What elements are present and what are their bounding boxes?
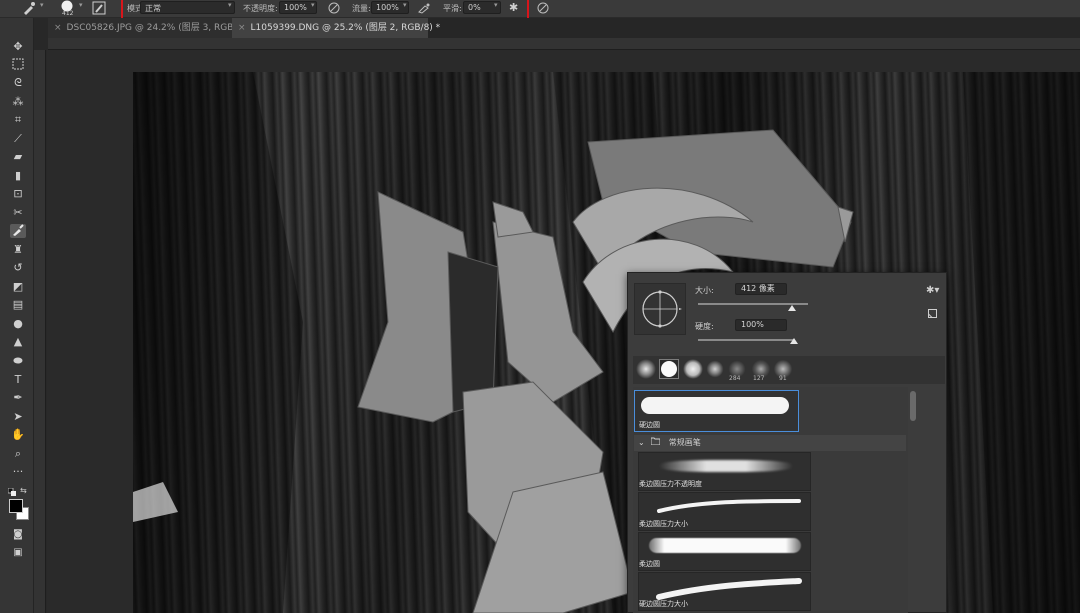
brush-list-scrollbar[interactable]	[910, 391, 916, 421]
close-icon[interactable]: ×	[54, 23, 62, 33]
healing-brush-tool-icon[interactable]: ▰	[10, 150, 26, 164]
preset-size-label: 284	[729, 375, 741, 382]
brush-stroke-preview	[659, 460, 793, 472]
preset-size-label: 127	[753, 375, 765, 382]
lasso-tool-icon[interactable]: ᘓ	[10, 76, 26, 90]
brush-tool-icon[interactable]	[10, 224, 26, 238]
chevron-down-icon[interactable]: ▾	[79, 1, 83, 9]
pressure-opacity-icon[interactable]	[328, 2, 340, 17]
patch-tool-icon[interactable]: ▮	[10, 169, 26, 183]
history-brush-tool-icon[interactable]: ↺	[10, 261, 26, 275]
sharpen-tool-icon[interactable]: ▲	[10, 335, 26, 349]
brush-name: 硬边圆压力大小	[639, 600, 688, 608]
brush-stroke-preview	[656, 578, 802, 600]
tab-label: DSC05826.JPG @ 24.2% (图层 3, RGB/8) *	[66, 23, 254, 33]
opacity-label: 不透明度:	[243, 4, 278, 13]
tab-document-1[interactable]: × DSC05826.JPG @ 24.2% (图层 3, RGB/8) *	[48, 18, 253, 38]
flow-label: 流量:	[352, 4, 371, 13]
chevron-down-icon[interactable]: ▾	[311, 1, 315, 9]
vertical-ruler	[34, 50, 46, 613]
brush-group-row[interactable]: ⌄ 常规画笔	[634, 435, 906, 451]
chevron-down-icon[interactable]: ▾	[403, 1, 407, 9]
brush-stroke-preview	[641, 397, 789, 414]
frame-tool-icon[interactable]: ⊡	[10, 187, 26, 201]
hand-tool-icon[interactable]: ✋	[10, 428, 26, 442]
gear-icon[interactable]: ✱	[509, 2, 518, 14]
document-tabs: × DSC05826.JPG @ 24.2% (图层 3, RGB/8) * × L…	[48, 18, 1080, 38]
path-selection-tool-icon[interactable]: ➤	[10, 410, 26, 424]
hardness-label: 硬度:	[695, 322, 714, 331]
recent-brush-soft-2[interactable]	[683, 359, 703, 379]
chevron-down-icon[interactable]: ▾	[494, 1, 498, 9]
brush-size-value: 412	[62, 10, 74, 17]
preset-size-label: 91	[779, 375, 787, 382]
tools-panel: ✥ ᘓ ⁂ ⌗ ⟋ ▰ ▮ ⊡ ✂ ♜ ↺ ◩ ▤ ● ▲ ⬬ T ✒ ➤ ✋ …	[0, 18, 34, 613]
brush-group-name: 常规画笔	[668, 438, 701, 447]
options-bar: ▾ 412 ▾ 模式: 正常 ▾ 不透明度: 100% ▾ 流量: 100% ▾…	[0, 0, 1080, 20]
brush-item[interactable]: 硬边圆压力大小	[638, 572, 811, 611]
new-preset-icon[interactable]	[928, 309, 937, 321]
quick-mask-icon[interactable]: ◙	[10, 528, 26, 542]
horizontal-ruler	[48, 38, 1080, 50]
hardness-field[interactable]: 100%	[735, 319, 787, 331]
brush-list: 硬边圆 ⌄ 常规画笔 柔边圆压力不透明度 柔边圆压力大小 柔边圆 硬边圆压力大小	[633, 387, 908, 613]
chevron-down-icon[interactable]: ▾	[40, 1, 44, 9]
chevron-down-icon[interactable]: ▾	[228, 1, 232, 9]
more-tools-icon[interactable]: ···	[10, 465, 26, 479]
folder-icon	[650, 437, 663, 447]
recent-brush-soft-3[interactable]	[705, 359, 725, 379]
brush-name: 硬边圆	[639, 421, 660, 429]
brush-item[interactable]: 柔边圆压力不透明度	[638, 452, 811, 491]
hardness-slider[interactable]	[698, 339, 794, 341]
brush-settings-panel-icon[interactable]	[92, 1, 106, 18]
magic-wand-tool-icon[interactable]: ⁂	[10, 95, 26, 109]
marquee-tool-icon[interactable]	[10, 58, 26, 72]
gradient-tool-icon[interactable]: ▤	[10, 298, 26, 312]
brush-name: 柔边圆压力大小	[639, 520, 688, 528]
chevron-down-icon: ⌄	[638, 438, 645, 447]
eyedropper-tool-icon[interactable]: ⟋	[10, 132, 26, 146]
default-colors-icon[interactable]	[7, 487, 16, 496]
smoothing-label: 平滑:	[443, 4, 462, 13]
eraser-tool-icon[interactable]: ◩	[10, 280, 26, 294]
brush-name: 柔边圆压力不透明度	[639, 480, 702, 488]
pen-tool-icon[interactable]: ✒	[10, 391, 26, 405]
brush-stroke-preview	[657, 499, 801, 513]
brush-preset-panel: 大小: 412 像素 硬度: 100% ✱▾ 284 127 91 硬边圆 ⌄	[627, 272, 947, 613]
crop-tool-icon[interactable]: ⌗	[10, 113, 26, 127]
brush-item-selected[interactable]: 硬边圆	[634, 390, 799, 432]
size-label: 大小:	[695, 286, 714, 295]
brush-name: 柔边圆	[639, 560, 660, 568]
move-tool-icon[interactable]: ✥	[10, 40, 26, 54]
brush-stroke-preview	[649, 538, 801, 553]
tab-label: L1059399.DNG @ 25.2% (图层 2, RGB/8) *	[250, 23, 441, 33]
blur-tool-icon[interactable]: ●	[10, 317, 26, 331]
airbrush-icon[interactable]	[418, 2, 431, 17]
size-slider-thumb[interactable]	[787, 305, 796, 311]
pressure-size-icon[interactable]	[537, 2, 549, 17]
clone-stamp-tool-icon[interactable]: ♜	[10, 243, 26, 257]
recent-brush-soft[interactable]	[636, 359, 656, 379]
close-icon[interactable]: ×	[238, 23, 246, 33]
gear-icon[interactable]: ✱▾	[926, 285, 939, 296]
brush-tool-icon[interactable]	[22, 1, 36, 18]
brush-item[interactable]: 柔边圆压力大小	[638, 492, 811, 531]
recent-brush-hard[interactable]	[659, 359, 679, 379]
brush-angle-preview[interactable]	[634, 283, 686, 335]
mode-select[interactable]: 正常	[140, 1, 235, 14]
foreground-color-swatch[interactable]	[9, 499, 23, 513]
content-aware-move-tool-icon[interactable]: ✂	[10, 206, 26, 220]
screen-mode-icon[interactable]: ▣	[10, 546, 26, 560]
tab-document-2[interactable]: × L1059399.DNG @ 25.2% (图层 2, RGB/8) *	[232, 18, 440, 38]
dodge-tool-icon[interactable]: ⬬	[10, 354, 26, 368]
recent-brushes: 284 127 91	[633, 356, 945, 384]
size-field[interactable]: 412 像素	[735, 283, 787, 295]
brush-item[interactable]: 柔边圆	[638, 532, 811, 571]
hardness-slider-thumb[interactable]	[790, 338, 798, 344]
type-tool-icon[interactable]: T	[10, 373, 26, 387]
swap-colors-icon[interactable]: ⇆	[20, 486, 27, 495]
zoom-tool-icon[interactable]: ⌕	[10, 447, 26, 461]
